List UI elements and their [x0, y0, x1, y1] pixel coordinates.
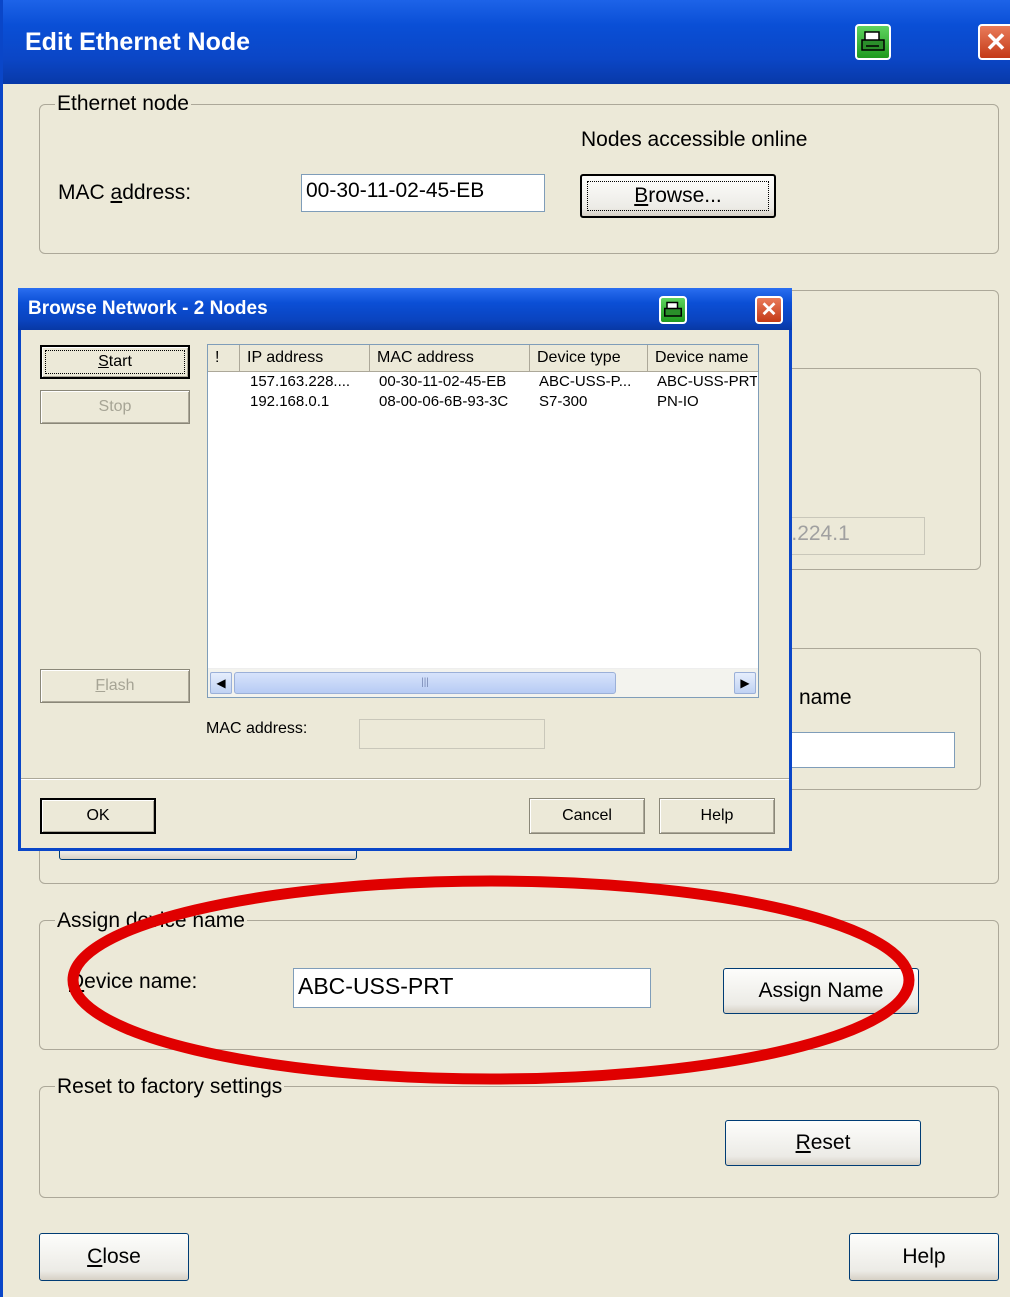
browse-dialog-titlebar[interactable]: Browse Network - 2 Nodes ✕ — [18, 288, 792, 330]
column-device-type[interactable]: Device type — [530, 345, 648, 371]
flash-button[interactable]: Flash — [40, 669, 190, 703]
cell-name: PN-IO — [657, 393, 699, 410]
scroll-left-icon[interactable]: ◀ — [210, 672, 232, 694]
list-header: ! IP address MAC address Device type Dev… — [208, 345, 758, 372]
ethernet-node-legend: Ethernet node — [55, 92, 191, 116]
cell-ip: 157.163.228.... — [250, 373, 351, 390]
dialog-print-icon[interactable] — [659, 296, 687, 324]
browse-network-dialog: Browse Network - 2 Nodes ✕ Start Stop Fl… — [18, 288, 792, 851]
cell-type: S7-300 — [539, 393, 588, 410]
device-name-label: Device name: — [69, 970, 198, 993]
nodes-list[interactable]: ! IP address MAC address Device type Dev… — [207, 344, 759, 698]
mac-address-label: MAC address: — [58, 181, 192, 204]
print-icon[interactable] — [855, 24, 891, 60]
scrollbar-thumb[interactable]: ||| — [234, 672, 616, 694]
list-item[interactable]: 192.168.0.1 08-00-06-6B-93-3C S7-300 PN-… — [208, 393, 758, 413]
nodes-accessible-online-label: Nodes accessible online — [581, 128, 808, 151]
browse-button[interactable]: Browse... — [580, 174, 776, 218]
cell-type: ABC-USS-P... — [539, 373, 632, 390]
cell-name: ABC-USS-PRT — [657, 373, 757, 390]
reset-button[interactable]: Reset — [725, 1120, 921, 1166]
horizontal-scrollbar[interactable]: ◀ ||| ▶ — [208, 668, 758, 697]
mac-address-field[interactable]: 00-30-11-02-45-EB — [301, 174, 545, 212]
dialog-separator — [21, 778, 789, 780]
reset-factory-legend: Reset to factory settings — [55, 1075, 285, 1099]
help-button[interactable]: Help — [849, 1233, 999, 1281]
device-name-field[interactable]: ABC-USS-PRT — [293, 968, 651, 1008]
scroll-right-icon[interactable]: ▶ — [734, 672, 756, 694]
list-item[interactable]: 157.163.228.... 00-30-11-02-45-EB ABC-US… — [208, 373, 758, 393]
dialog-mac-address-field[interactable] — [359, 719, 545, 749]
stop-button[interactable]: Stop — [40, 390, 190, 424]
cancel-button[interactable]: Cancel — [529, 798, 645, 834]
cell-ip: 192.168.0.1 — [250, 393, 330, 410]
column-flag[interactable]: ! — [208, 345, 240, 371]
assign-device-name-legend: Assign device name — [55, 909, 247, 933]
start-button[interactable]: Start — [40, 345, 190, 379]
cell-mac: 00-30-11-02-45-EB — [379, 373, 507, 390]
column-mac-address[interactable]: MAC address — [370, 345, 530, 371]
dialog-mac-address-label: MAC address: — [206, 720, 308, 737]
close-icon[interactable]: ✕ — [978, 24, 1010, 60]
main-titlebar[interactable]: Edit Ethernet Node ✕ — [3, 0, 1010, 84]
dialog-close-icon[interactable]: ✕ — [755, 296, 783, 324]
cell-mac: 08-00-06-6B-93-3C — [379, 393, 509, 410]
column-device-name[interactable]: Device name — [648, 345, 758, 371]
browse-dialog-title: Browse Network - 2 Nodes — [28, 298, 268, 319]
ok-button[interactable]: OK — [40, 798, 156, 834]
close-button[interactable]: Close — [39, 1233, 189, 1281]
main-window-title: Edit Ethernet Node — [25, 28, 251, 56]
assign-name-button[interactable]: Assign Name — [723, 968, 919, 1014]
partial-name-label: name — [799, 686, 852, 709]
column-ip-address[interactable]: IP address — [240, 345, 370, 371]
dialog-help-button[interactable]: Help — [659, 798, 775, 834]
